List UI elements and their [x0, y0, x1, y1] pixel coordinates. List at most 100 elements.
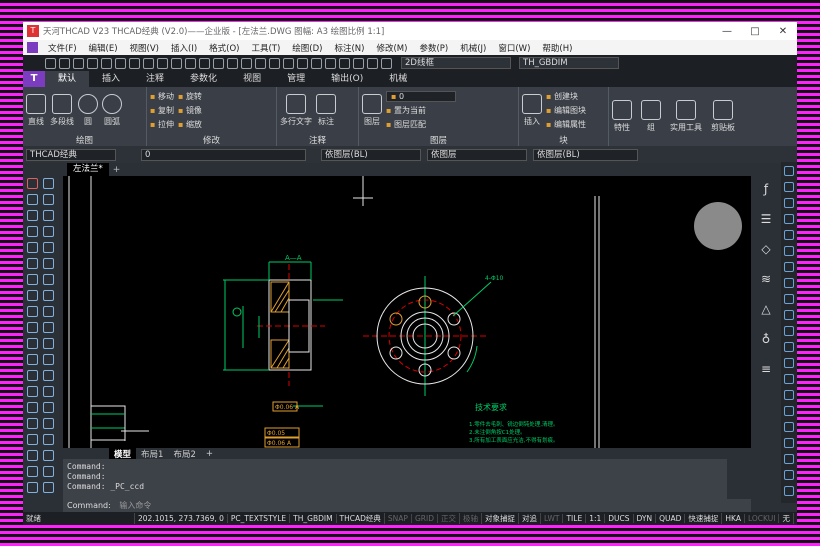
paste-icon[interactable] [128, 57, 140, 69]
tool-palette-icon[interactable] [282, 57, 294, 69]
clipboard-tool[interactable]: 剪贴板 [711, 100, 735, 133]
tool-u-icon[interactable] [784, 486, 794, 496]
style-select[interactable]: THCAD经典 [26, 148, 116, 161]
quad-toggle[interactable]: QUAD [656, 514, 686, 523]
redo-icon[interactable] [170, 57, 182, 69]
command-input[interactable]: 输入命令 [119, 501, 151, 510]
array-icon[interactable] [27, 210, 38, 221]
zoom-prev-icon[interactable] [226, 57, 238, 69]
tab-mechanical[interactable]: 机械 [376, 71, 420, 87]
break-icon[interactable] [43, 258, 54, 269]
drawing-canvas[interactable]: A—A Φ0.06 A Φ0.05 Φ0.06 A 4-Φ10 技术要求 1.零… [63, 176, 751, 448]
zoom-extents-icon[interactable] [240, 57, 252, 69]
tool-d-icon[interactable] [784, 214, 794, 224]
tool-j-icon[interactable] [784, 310, 794, 320]
set-current-button[interactable]: 置为当前 [386, 105, 456, 116]
mirror-obj-icon[interactable] [27, 194, 38, 205]
function-icon[interactable]: ƒ [758, 182, 774, 198]
balloon-icon[interactable]: ♁ [758, 332, 774, 348]
extend-icon[interactable] [27, 258, 38, 269]
properties-tool[interactable]: 特性 [612, 100, 632, 133]
tab-view[interactable]: 视图 [230, 71, 274, 87]
purge-icon[interactable] [27, 482, 38, 493]
copy-button[interactable]: 复制 [150, 105, 174, 116]
dist-icon[interactable] [27, 450, 38, 461]
layer-manager-icon[interactable] [338, 57, 350, 69]
polar-toggle[interactable]: 极轴 [460, 513, 482, 524]
menu-format[interactable]: 格式(O) [203, 42, 245, 54]
tab-output[interactable]: 输出(O) [318, 71, 376, 87]
tool-t-icon[interactable] [784, 470, 794, 480]
wblock-icon[interactable] [43, 386, 54, 397]
tool-a-icon[interactable] [784, 166, 794, 176]
tab-model[interactable]: 模型 [109, 447, 137, 460]
doc-tab-active[interactable]: 左法兰* [67, 163, 109, 176]
rotate-obj-icon[interactable] [27, 226, 38, 237]
cube-icon[interactable]: ◇ [758, 242, 774, 258]
tool-s-icon[interactable] [784, 454, 794, 464]
properties-icon[interactable] [254, 57, 266, 69]
tree-icon[interactable]: ☰ [758, 212, 774, 228]
point-icon[interactable] [27, 338, 38, 349]
scale-readout[interactable]: 1:1 [586, 514, 606, 523]
xref-icon[interactable] [27, 402, 38, 413]
markup-icon[interactable] [310, 57, 322, 69]
grid-toggle[interactable]: GRID [412, 514, 438, 523]
edit-attr-button[interactable]: 编辑属性 [546, 119, 586, 130]
close-button[interactable]: ✕ [769, 26, 797, 37]
mtext-tool[interactable]: 多行文字 [280, 94, 312, 127]
status-none[interactable]: 无 [779, 513, 794, 524]
menu-window[interactable]: 窗口(W) [492, 42, 536, 54]
menu-draw[interactable]: 绘图(D) [286, 42, 328, 54]
tool-i-icon[interactable] [784, 294, 794, 304]
layers-stack-icon[interactable]: ≋ [758, 272, 774, 288]
group-tool[interactable]: 组 [641, 100, 661, 133]
tool-c-icon[interactable] [784, 198, 794, 208]
tab-parametric[interactable]: 参数化 [177, 71, 230, 87]
tool-e-icon[interactable] [784, 230, 794, 240]
rectangle-icon[interactable] [43, 354, 54, 365]
area-icon[interactable] [43, 450, 54, 461]
stretch-obj-icon[interactable] [27, 242, 38, 253]
layer-match-button[interactable]: 图层匹配 [386, 119, 456, 130]
move-button[interactable]: 移动 [150, 91, 174, 102]
tool-b-icon[interactable] [784, 182, 794, 192]
tool-f-icon[interactable] [784, 246, 794, 256]
undo-icon[interactable] [156, 57, 168, 69]
id-icon[interactable] [43, 466, 54, 477]
menu-insert[interactable]: 插入(I) [165, 42, 203, 54]
explode-icon[interactable] [27, 290, 38, 301]
image-icon[interactable] [43, 402, 54, 413]
tool-l-icon[interactable] [784, 342, 794, 352]
create-block-button[interactable]: 创建块 [546, 91, 586, 102]
layer-current-select[interactable]: 0 [141, 148, 306, 161]
ortho-toggle[interactable]: 正交 [438, 513, 460, 524]
arc-tool[interactable]: 圆弧 [102, 94, 122, 127]
utilities-tool[interactable]: 实用工具 [670, 100, 702, 133]
settings-icon[interactable] [366, 57, 378, 69]
status-textstyle[interactable]: PC_TEXTSTYLE [228, 514, 291, 523]
trim-icon[interactable] [43, 242, 54, 253]
ellipse-icon[interactable] [27, 354, 38, 365]
offset-icon[interactable] [43, 194, 54, 205]
join-icon[interactable] [43, 290, 54, 301]
hatch-icon[interactable] [27, 306, 38, 317]
lineweight-select[interactable]: 依图层(BL) [533, 148, 638, 161]
leader-icon[interactable] [43, 418, 54, 429]
visual-style-select[interactable]: 2D线框 [401, 57, 511, 69]
sheet-set-icon[interactable] [296, 57, 308, 69]
tool-p-icon[interactable] [784, 406, 794, 416]
table-icon[interactable] [43, 322, 54, 333]
tool-n-icon[interactable] [784, 374, 794, 384]
menu-help[interactable]: 帮助(H) [536, 42, 578, 54]
mirror-button[interactable]: 镜像 [178, 105, 202, 116]
fillet-icon[interactable] [43, 274, 54, 285]
maximize-button[interactable]: □ [741, 26, 769, 37]
menu-dimension[interactable]: 标注(N) [328, 42, 370, 54]
block-icon[interactable] [27, 386, 38, 397]
minimize-button[interactable]: — [713, 26, 741, 37]
copy-obj-icon[interactable] [43, 178, 54, 189]
menu-tools[interactable]: 工具(T) [245, 42, 286, 54]
tile-toggle[interactable]: TILE [563, 514, 587, 523]
circle-tool[interactable]: 圆 [78, 94, 98, 127]
